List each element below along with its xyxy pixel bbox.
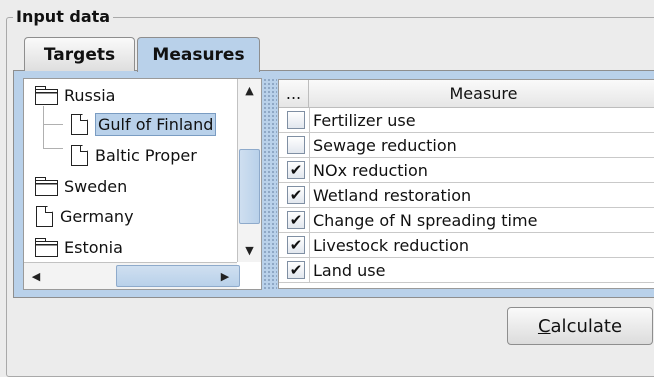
measures-table[interactable]: ... Measure Fertilizer use Sewage reducti… (278, 79, 654, 289)
folder-icon (34, 177, 58, 196)
calculate-button[interactable]: Calculate (507, 307, 653, 345)
vertical-scroll-thumb[interactable] (239, 149, 260, 224)
scroll-left-icon[interactable]: ◀ (24, 263, 48, 289)
measure-cell: Livestock reduction (309, 232, 654, 258)
measure-checkbox[interactable]: ✔ (287, 236, 305, 254)
split-pane-divider[interactable] (263, 78, 277, 290)
measure-cell: Change of N spreading time (309, 207, 654, 233)
table-row[interactable]: Sewage reduction (279, 132, 654, 158)
measure-checkbox[interactable] (287, 111, 305, 129)
table-row[interactable]: ✔ Wetland restoration (279, 182, 654, 208)
column-header-select[interactable]: ... (279, 80, 309, 108)
measure-cell: Land use (309, 257, 654, 283)
file-icon (34, 205, 54, 227)
column-header-measure[interactable]: Measure (309, 80, 654, 108)
tree-item-estonia[interactable]: Estonia (34, 233, 123, 261)
measure-cell: Fertilizer use (309, 107, 654, 133)
tree-item-label: Russia (64, 85, 116, 105)
file-icon (69, 113, 89, 135)
tree-connector (43, 124, 63, 125)
region-tree[interactable]: Russia Gulf of Finland Baltic Proper Swe… (23, 78, 262, 290)
measure-checkbox[interactable] (287, 136, 305, 154)
measure-checkbox[interactable]: ✔ (287, 186, 305, 204)
tree-item-label: Germany (60, 206, 134, 226)
tree-item-russia[interactable]: Russia (34, 81, 115, 109)
measure-cell: NOx reduction (309, 157, 654, 183)
folder-icon (34, 86, 58, 105)
button-label: alculate (550, 315, 623, 337)
measure-cell: Sewage reduction (309, 132, 654, 158)
scroll-right-icon[interactable]: ▶ (213, 263, 237, 289)
measure-checkbox[interactable]: ✔ (287, 161, 305, 179)
table-row[interactable]: Fertilizer use (279, 107, 654, 133)
scroll-up-icon[interactable]: ▲ (238, 79, 261, 101)
table-row[interactable]: ✔ Livestock reduction (279, 232, 654, 258)
mnemonic-letter: C (537, 315, 551, 337)
file-icon (69, 144, 89, 166)
tab-targets[interactable]: Targets (24, 37, 135, 71)
tree-horizontal-scrollbar[interactable]: ◀ ▶ (24, 262, 240, 289)
tree-item-germany[interactable]: Germany (34, 202, 134, 230)
table-row[interactable]: ✔ Change of N spreading time (279, 207, 654, 233)
tree-item-label: Baltic Proper (95, 145, 197, 165)
tree-vertical-scrollbar[interactable]: ▲ ▼ (237, 79, 261, 262)
folder-icon (34, 238, 58, 257)
measure-cell: Wetland restoration (309, 182, 654, 208)
table-row[interactable]: ✔ NOx reduction (279, 157, 654, 183)
tree-item-sweden[interactable]: Sweden (34, 172, 127, 200)
tree-item-baltic-proper[interactable]: Baltic Proper (69, 141, 197, 169)
tree-item-label: Estonia (64, 237, 123, 257)
tree-item-label: Gulf of Finland (95, 112, 217, 136)
group-title: Input data (13, 7, 114, 26)
tree-connector (43, 148, 63, 149)
table-row[interactable]: ✔ Land use (279, 257, 654, 283)
tree-item-label: Sweden (64, 176, 128, 196)
tab-measures[interactable]: Measures (137, 37, 260, 72)
tree-connector (43, 106, 44, 148)
tree-item-gulf-of-finland[interactable]: Gulf of Finland (69, 110, 217, 138)
measure-checkbox[interactable]: ✔ (287, 261, 305, 279)
measure-checkbox[interactable]: ✔ (287, 211, 305, 229)
scroll-down-icon[interactable]: ▼ (238, 239, 261, 261)
